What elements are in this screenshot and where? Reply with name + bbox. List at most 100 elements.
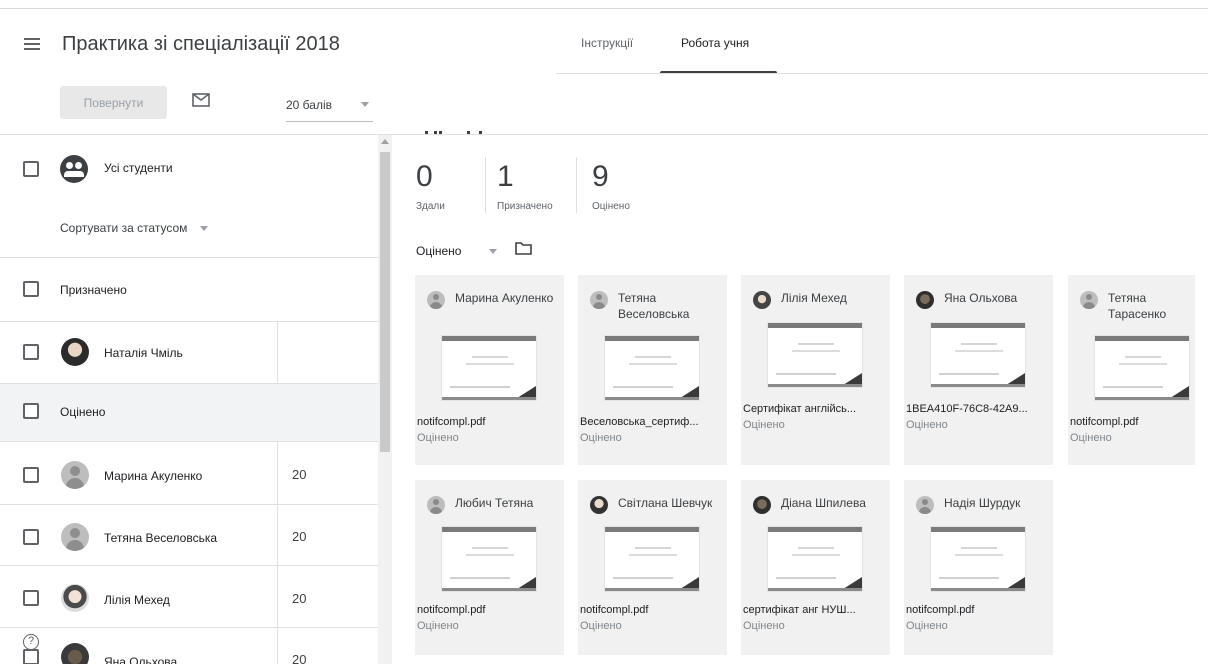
- submission-card[interactable]: Тетяна Тарасенко notifcompl.pdf Оцінено: [1068, 275, 1195, 465]
- avatar: [61, 461, 89, 489]
- submission-card[interactable]: Діана Шпилева сертифікат анг НУШ... Оцін…: [741, 480, 890, 655]
- submission-card[interactable]: Світлана Шевчук notifcompl.pdf Оцінено: [578, 480, 727, 655]
- scrollbar-thumb[interactable]: [380, 152, 390, 452]
- stat-graded-count: 9: [592, 160, 609, 193]
- tab-instructions[interactable]: Інструкції: [581, 36, 633, 50]
- file-thumbnail[interactable]: [441, 335, 537, 401]
- column-divider: [277, 321, 278, 383]
- stat-divider: [485, 157, 486, 213]
- divider: [0, 383, 378, 384]
- grade-value[interactable]: 20: [292, 652, 306, 664]
- student-name[interactable]: Тетяна Веселовська: [104, 531, 217, 545]
- card-student-name: Тетяна Тарасенко: [1108, 291, 1167, 321]
- graded-group-label: Оцінено: [60, 405, 106, 419]
- student-list: Усі студенти Сортувати за статусом Призн…: [0, 135, 378, 664]
- student-name[interactable]: Марина Акуленко: [104, 469, 202, 483]
- select-all-checkbox[interactable]: [23, 161, 39, 177]
- sort-dropdown[interactable]: Сортувати за статусом: [60, 221, 187, 235]
- file-name[interactable]: сертифікат анг НУШ...: [743, 604, 883, 616]
- card-student-name: Світлана Шевчук: [618, 496, 713, 510]
- avatar: [427, 496, 445, 514]
- avatar: [427, 291, 445, 309]
- file-thumbnail[interactable]: [930, 526, 1026, 592]
- stat-assigned-label: Призначено: [497, 201, 553, 212]
- student-checkbox[interactable]: [23, 344, 39, 360]
- points-value: 20 балів: [286, 98, 332, 112]
- avatar: [753, 291, 771, 309]
- file-thumbnail[interactable]: [767, 322, 863, 388]
- assigned-group-checkbox[interactable]: [23, 281, 39, 297]
- mail-icon[interactable]: [192, 93, 210, 107]
- stat-turned-in-label: Здали: [416, 201, 445, 212]
- file-thumbnail[interactable]: [1094, 335, 1190, 401]
- graded-group-checkbox[interactable]: [23, 403, 39, 419]
- student-checkbox[interactable]: [23, 590, 39, 606]
- file-name[interactable]: notifcompl.pdf: [906, 604, 1046, 616]
- menu-icon[interactable]: [24, 38, 40, 50]
- submission-card[interactable]: Любич Тетяна notifcompl.pdf Оцінено: [415, 480, 564, 655]
- grade-value[interactable]: 20: [292, 529, 306, 544]
- file-name[interactable]: notifcompl.pdf: [580, 604, 720, 616]
- card-student-name: Надія Шурдук: [944, 496, 1021, 510]
- status-filter-dropdown[interactable]: Оцінено: [416, 244, 461, 258]
- divider: [0, 441, 378, 442]
- avatar: [61, 643, 89, 664]
- submission-card[interactable]: Надія Шурдук notifcompl.pdf Оцінено: [904, 480, 1053, 655]
- chevron-down-icon: [361, 102, 369, 107]
- scroll-up-arrow-icon[interactable]: [381, 139, 389, 144]
- folder-icon[interactable]: [515, 241, 532, 255]
- card-student-name: Яна Ольхова: [944, 291, 1018, 305]
- avatar: [916, 291, 934, 309]
- file-name[interactable]: 1BEA410F-76C8-42A9...: [906, 403, 1046, 415]
- student-name[interactable]: Лілія Мехед: [104, 593, 170, 607]
- student-checkbox[interactable]: [23, 467, 39, 483]
- file-thumbnail[interactable]: [441, 526, 537, 592]
- avatar: [61, 584, 89, 612]
- group-icon: [60, 155, 88, 183]
- avatar: [590, 496, 608, 514]
- file-name[interactable]: Веселовська_сертиф...: [580, 416, 720, 428]
- avatar: [61, 523, 89, 551]
- student-name[interactable]: Яна Ольхова: [104, 655, 177, 664]
- assigned-group-label: Призначено: [60, 283, 127, 297]
- submission-card[interactable]: Тетяна Веселовська Веселовська_сертиф...…: [578, 275, 727, 465]
- help-icon[interactable]: ?: [23, 634, 39, 650]
- avatar: [916, 496, 934, 514]
- submission-card[interactable]: Лілія Мехед Сертифікат англійсь... Оціне…: [741, 275, 890, 465]
- file-name[interactable]: notifcompl.pdf: [417, 416, 557, 428]
- file-name[interactable]: notifcompl.pdf: [417, 604, 557, 616]
- file-name[interactable]: Сертифікат англійсь...: [743, 403, 883, 415]
- chevron-down-icon: [200, 226, 208, 231]
- file-name[interactable]: notifcompl.pdf: [1070, 416, 1190, 428]
- column-divider: [277, 441, 278, 664]
- avatar: [61, 338, 89, 366]
- divider: [0, 627, 378, 628]
- divider: [0, 321, 378, 322]
- student-checkbox[interactable]: [23, 649, 39, 664]
- card-student-name: Тетяна Веселовська: [618, 291, 690, 321]
- stat-turned-in-count: 0: [416, 160, 433, 193]
- file-thumbnail[interactable]: [604, 335, 700, 401]
- status-text: Оцінено: [417, 620, 459, 632]
- tab-student-work[interactable]: Робота учня: [681, 36, 749, 50]
- status-text: Оцінено: [580, 432, 622, 444]
- points-dropdown[interactable]: 20 балів: [286, 96, 373, 122]
- file-thumbnail[interactable]: [930, 322, 1026, 388]
- return-button[interactable]: Повернути: [60, 86, 167, 119]
- file-thumbnail[interactable]: [767, 526, 863, 592]
- avatar: [590, 291, 608, 309]
- status-text: Оцінено: [906, 620, 948, 632]
- file-thumbnail[interactable]: [604, 526, 700, 592]
- card-student-name: Лілія Мехед: [781, 291, 847, 305]
- submission-card[interactable]: Марина Акуленко notifcompl.pdf Оцінено: [415, 275, 564, 465]
- status-text: Оцінено: [580, 620, 622, 632]
- top-border: [0, 8, 1208, 9]
- card-student-name: Діана Шпилева: [781, 496, 866, 510]
- student-name[interactable]: Наталія Чміль: [104, 346, 183, 360]
- chevron-down-icon[interactable]: [489, 249, 497, 254]
- student-checkbox[interactable]: [23, 529, 39, 545]
- submission-card[interactable]: Яна Ольхова 1BEA410F-76C8-42A9... Оцінен…: [904, 275, 1053, 465]
- grade-value[interactable]: 20: [292, 591, 306, 606]
- grade-value[interactable]: 20: [292, 467, 306, 482]
- divider: [0, 565, 378, 566]
